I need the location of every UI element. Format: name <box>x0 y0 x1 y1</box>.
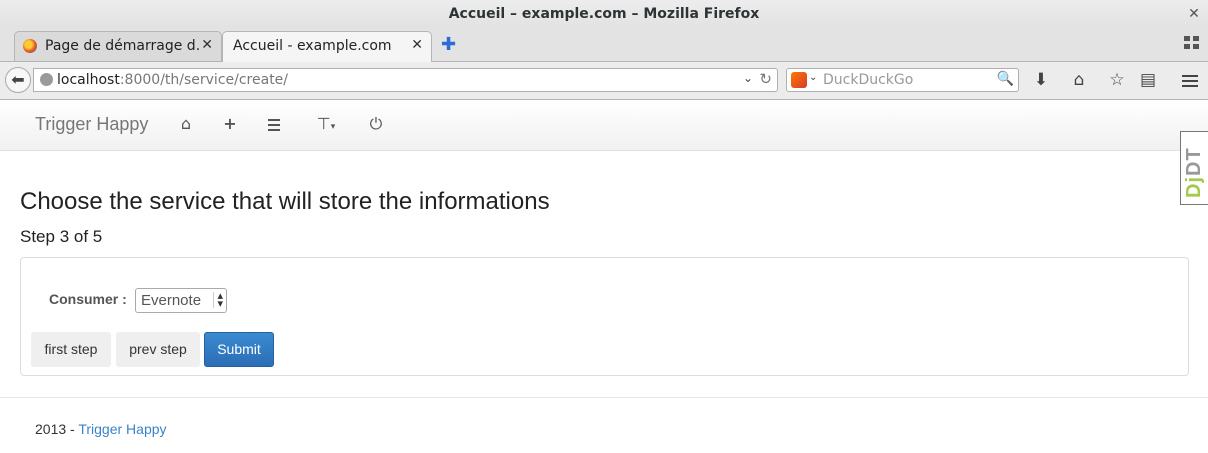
search-bar[interactable]: ⌄ DuckDuckGo 🔍 <box>786 68 1019 92</box>
chevron-down-icon[interactable]: ⌄ <box>809 72 817 83</box>
window-close-icon[interactable]: ✕ <box>1184 4 1204 24</box>
search-placeholder: DuckDuckGo <box>823 72 914 88</box>
tab-label: Accueil - example.com <box>233 38 392 54</box>
home-icon[interactable]: ⌂ <box>176 114 196 134</box>
home-icon[interactable]: ⌂ <box>1068 69 1090 91</box>
prev-step-button[interactable]: prev step <box>116 332 200 367</box>
debug-toolbar-handle[interactable]: DjDT <box>1180 131 1208 205</box>
tab-start-page[interactable]: Page de démarrage d... ✕ <box>14 31 222 61</box>
globe-icon <box>40 73 53 86</box>
chevron-down-icon[interactable]: ⌄ <box>743 71 753 85</box>
select-arrows-icon: ▴ ▾ <box>213 291 223 310</box>
back-button[interactable]: ⬅ <box>5 67 31 93</box>
window-titlebar: Accueil – example.com – Mozilla Firefox … <box>0 0 1208 28</box>
tab-groups-icon[interactable] <box>1184 36 1200 50</box>
tab-close-icon[interactable]: ✕ <box>201 37 213 53</box>
brand-link[interactable]: Trigger Happy <box>35 114 148 135</box>
tab-accueil[interactable]: Accueil - example.com ✕ <box>222 31 432 62</box>
list-icon[interactable] <box>264 116 284 136</box>
new-tab-icon[interactable]: ✚ <box>441 34 456 55</box>
tab-close-icon[interactable]: ✕ <box>411 37 423 53</box>
url-bar[interactable]: localhost:8000/th/service/create/ ⌄ ↻ <box>33 68 778 92</box>
window-title: Accueil – example.com – Mozilla Firefox <box>448 6 760 22</box>
url-text[interactable]: localhost:8000/th/service/create/ <box>57 72 288 88</box>
firefox-icon <box>23 39 37 53</box>
footer-text: 2013 - Trigger Happy <box>35 421 167 437</box>
bookmark-star-icon[interactable]: ☆ <box>1106 69 1128 91</box>
tab-label: Page de démarrage d... <box>45 38 201 54</box>
tab-strip: Page de démarrage d... ✕ Accueil - examp… <box>0 28 1208 62</box>
submit-button[interactable]: Submit <box>204 332 274 367</box>
consumer-selected-value: Evernote <box>141 292 202 309</box>
filter-icon[interactable]: ⊤▾ <box>310 114 342 134</box>
consumer-label: Consumer : <box>49 291 127 307</box>
download-icon[interactable]: ⬇ <box>1030 69 1052 91</box>
service-form: Consumer : Evernote ▴ ▾ first step prev s… <box>20 257 1189 376</box>
debug-toolbar-label: DjDT <box>1183 147 1205 198</box>
plus-icon[interactable]: + <box>220 114 240 134</box>
arrow-left-icon: ⬅ <box>11 70 25 89</box>
search-engine-icon[interactable] <box>791 72 807 88</box>
app-navbar: Trigger Happy ⌂ + ⊤▾ ⏻ <box>0 100 1208 151</box>
power-icon[interactable]: ⏻ <box>366 114 386 134</box>
footer-link[interactable]: Trigger Happy <box>78 421 166 437</box>
search-icon[interactable]: 🔍 <box>997 71 1014 87</box>
nav-toolbar: ⬅ localhost:8000/th/service/create/ ⌄ ↻ … <box>0 62 1208 100</box>
bookmarks-list-icon[interactable]: ▤ <box>1137 69 1159 91</box>
reload-icon[interactable]: ↻ <box>759 70 772 88</box>
footer: 2013 - Trigger Happy <box>0 397 1208 437</box>
first-step-button[interactable]: first step <box>31 332 111 367</box>
consumer-select[interactable]: Evernote ▴ ▾ <box>135 288 227 313</box>
menu-icon[interactable] <box>1179 72 1201 94</box>
page-title: Choose the service that will store the i… <box>20 188 550 215</box>
step-indicator: Step 3 of 5 <box>20 227 103 246</box>
